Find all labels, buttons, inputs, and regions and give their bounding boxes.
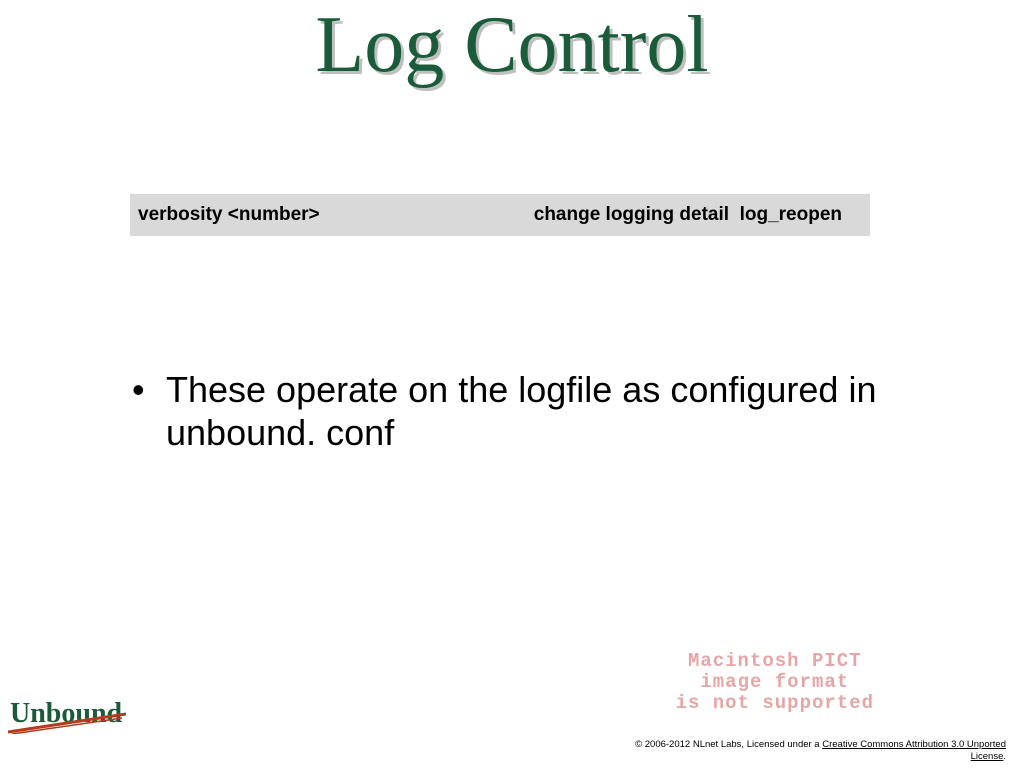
slide: Log Control verbosity <number> change lo…	[0, 0, 1024, 768]
license-suffix: .	[1003, 751, 1006, 762]
bullet-item: • These operate on the logfile as config…	[132, 368, 892, 454]
body-text: • These operate on the logfile as config…	[132, 368, 892, 454]
logo-text: Unbound	[10, 698, 122, 729]
license-text: © 2006-2012 NLnet Labs, Licensed under a…	[626, 739, 1006, 762]
pict-warning-text: Macintosh PICT image format is not suppo…	[676, 651, 874, 714]
command-row: verbosity <number> change logging detail…	[130, 194, 870, 236]
command-left-text: verbosity <number>	[130, 204, 320, 226]
license-prefix: © 2006-2012 NLnet Labs, Licensed under a	[635, 739, 822, 750]
license-link[interactable]: Creative Commons Attribution 3.0 Unporte…	[822, 739, 1006, 761]
unbound-logo: Unbound	[10, 698, 122, 730]
bullet-dot-icon: •	[132, 368, 166, 454]
command-right-text: change logging detail log_reopen	[534, 204, 870, 226]
slide-title: Log Control	[0, 0, 1024, 91]
bullet-text: These operate on the logfile as configur…	[166, 368, 892, 454]
